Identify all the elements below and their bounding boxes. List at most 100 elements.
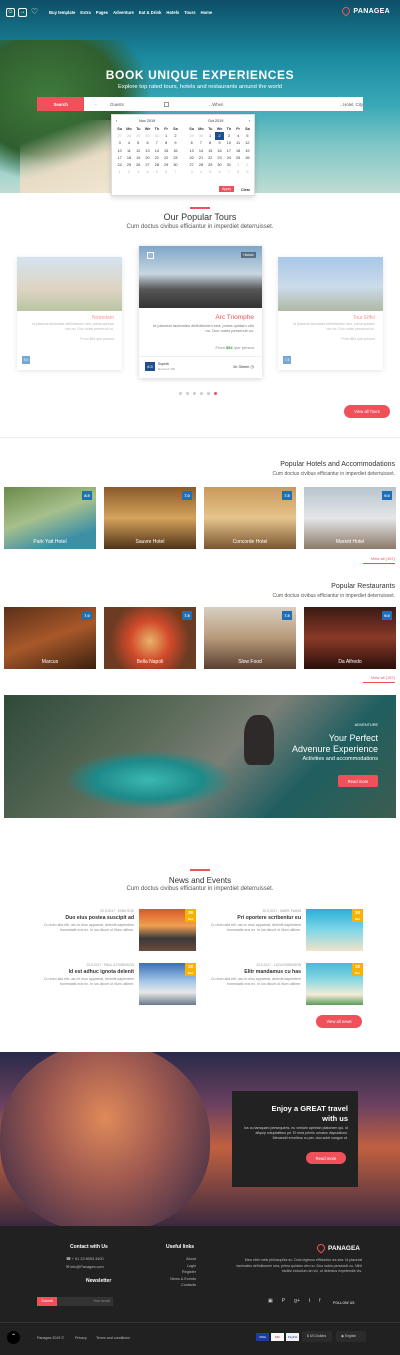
- footer-logo[interactable]: PANAGEA: [315, 1242, 360, 1254]
- date-picker[interactable]: ‹ Nov 2019 Oct 2019 › Su Mo Tu We Th Fr Sa 27 28…: [111, 114, 255, 196]
- calendar-day[interactable]: 24: [115, 161, 124, 168]
- footer-email[interactable]: ✉ info@Panagea.com: [66, 1264, 104, 1271]
- twitter-icon[interactable]: t: [309, 1298, 310, 1304]
- carousel-dot[interactable]: [200, 392, 203, 395]
- calendar-day[interactable]: 10: [224, 140, 233, 147]
- cta-read-more-button[interactable]: Read more: [306, 1152, 346, 1164]
- calendar-day[interactable]: 3: [115, 140, 124, 147]
- carousel-dot[interactable]: [207, 392, 210, 395]
- calendar-day[interactable]: 21: [196, 154, 205, 161]
- calendar-day[interactable]: 7: [224, 169, 233, 176]
- calendar-day[interactable]: 20: [187, 154, 196, 161]
- calendar-day[interactable]: 17: [224, 147, 233, 154]
- calendar-day[interactable]: 26: [243, 154, 252, 161]
- calendar-day[interactable]: 6: [161, 169, 170, 176]
- calendar-day[interactable]: 11: [233, 140, 242, 147]
- calendar-day[interactable]: 2: [124, 169, 133, 176]
- calendar-day[interactable]: 3: [187, 169, 196, 176]
- prev-month-icon[interactable]: ‹: [116, 119, 117, 123]
- calendar-day[interactable]: 4: [124, 140, 133, 147]
- calendar-day[interactable]: 29: [187, 132, 196, 139]
- calendar-day[interactable]: 24: [224, 154, 233, 161]
- privacy-link[interactable]: Privacy: [75, 1335, 87, 1342]
- terms-link[interactable]: Terms and conditions: [96, 1335, 130, 1342]
- calendar-day[interactable]: 2: [243, 161, 252, 168]
- calendar-right[interactable]: Su Mo Tu We Th Fr Sa 29 30 1 2 3 4 5 6 7 8 9 10 11 12 13 14 15 1…: [187, 125, 252, 176]
- calendar-day[interactable]: 1: [233, 161, 242, 168]
- calendar-day[interactable]: 6: [187, 140, 196, 147]
- menu-eat-drink[interactable]: Eat & Drink: [139, 10, 162, 15]
- calendar-day[interactable]: 13: [187, 147, 196, 154]
- calendar-day[interactable]: 29: [134, 132, 143, 139]
- guests-field[interactable]: − Guests: [94, 102, 156, 107]
- newsletter-email-input[interactable]: Your email: [57, 1297, 113, 1306]
- hotels-view-all-link[interactable]: View all (157): [371, 556, 395, 561]
- city-field[interactable]: ...Hotel, City: [310, 102, 363, 107]
- calendar-day[interactable]: 30: [143, 132, 152, 139]
- calendar-day[interactable]: 30: [171, 161, 180, 168]
- calendar-day[interactable]: 3: [224, 132, 233, 139]
- calendar-day[interactable]: 10: [115, 147, 124, 154]
- heart-icon[interactable]: ♡: [147, 252, 154, 259]
- heart-icon[interactable]: ♡: [30, 7, 39, 17]
- calendar-day[interactable]: 14: [152, 147, 161, 154]
- calendar-day[interactable]: 8: [206, 140, 215, 147]
- calendar-day[interactable]: 22: [161, 154, 170, 161]
- news-item[interactable]: 28 Dec 20.5.2017 · PAUL & ROBINSON Id est…: [30, 963, 196, 1007]
- calendar-day[interactable]: 16: [171, 147, 180, 154]
- calendar-day[interactable]: 4: [196, 169, 205, 176]
- calendar-day[interactable]: 18: [124, 154, 133, 161]
- calendar-day[interactable]: 31: [224, 161, 233, 168]
- calendar-day[interactable]: 12: [243, 140, 252, 147]
- news-title[interactable]: Duo eius postea suscipit ad: [65, 915, 134, 921]
- tour-card[interactable]: Tour Eiffel Id placerat tacimates defini…: [278, 257, 383, 370]
- calendar-day[interactable]: 29: [161, 161, 170, 168]
- apply-button[interactable]: Apply: [219, 186, 234, 192]
- adventure-read-more-button[interactable]: Read more: [338, 775, 378, 787]
- user-icon[interactable]: ☺: [6, 7, 15, 17]
- calendar-day[interactable]: 7: [152, 140, 161, 147]
- calendar-day[interactable]: 1: [206, 132, 215, 139]
- footer-link-contacts[interactable]: Contacts: [170, 1282, 196, 1289]
- news-title[interactable]: Pri oportere scribentur eu: [237, 915, 301, 921]
- calendar-day[interactable]: 3: [134, 169, 143, 176]
- news-item[interactable]: 28 Dec 20.5.2017 · LUCA ROBINSON Elitr ma…: [197, 963, 363, 1007]
- calendar-day[interactable]: 2: [171, 132, 180, 139]
- clear-button[interactable]: Clear: [241, 188, 250, 192]
- calendar-day[interactable]: 6: [143, 140, 152, 147]
- calendar-day[interactable]: 20: [143, 154, 152, 161]
- hotel-card[interactable]: 9.0 Mariott Hotel: [304, 487, 396, 549]
- calendar-day[interactable]: 9: [171, 140, 180, 147]
- calendar-day[interactable]: 13: [143, 147, 152, 154]
- calendar-day[interactable]: 27: [143, 161, 152, 168]
- calendar-day[interactable]: 11: [124, 147, 133, 154]
- calendar-day[interactable]: 30: [196, 132, 205, 139]
- calendar-day[interactable]: 18: [233, 147, 242, 154]
- carousel-dot[interactable]: [186, 392, 189, 395]
- calendar-day[interactable]: 30: [215, 161, 224, 168]
- calendar-day[interactable]: 1: [161, 132, 170, 139]
- restaurants-view-all-link[interactable]: View all (157): [371, 675, 395, 680]
- calendar-day[interactable]: 27: [187, 161, 196, 168]
- calendar-day[interactable]: 7: [171, 169, 180, 176]
- menu-tours[interactable]: Tours: [184, 10, 195, 15]
- calendar-day[interactable]: 8: [233, 169, 242, 176]
- tour-card[interactable]: Notredam Id placerat tacimates definitio…: [17, 257, 122, 370]
- tour-card-featured[interactable]: ♡ Historic Arc Triomphe Id placerat taci…: [139, 246, 262, 378]
- calendar-day[interactable]: 7: [196, 140, 205, 147]
- news-title[interactable]: Elitr mandamus cu has: [244, 969, 301, 975]
- calendar-day[interactable]: 15: [161, 147, 170, 154]
- calendar-day[interactable]: 28: [152, 161, 161, 168]
- menu-hotels[interactable]: Hotels: [166, 10, 179, 15]
- scroll-top-button[interactable]: ⌃: [7, 1331, 20, 1344]
- google-plus-icon[interactable]: g+: [294, 1298, 300, 1304]
- calendar-day[interactable]: 12: [134, 147, 143, 154]
- calendar-day[interactable]: 27: [115, 132, 124, 139]
- calendar-day[interactable]: 9: [243, 169, 252, 176]
- hotel-card[interactable]: 7.0 Sauvre Hotel: [104, 487, 196, 549]
- calendar-day[interactable]: 15: [206, 147, 215, 154]
- calendar-left[interactable]: Su Mo Tu We Th Fr Sa 27 28 29 30 31 1 2 3 4 5 6 7 8 9 10 11 12 1…: [115, 125, 180, 176]
- hotel-card[interactable]: 7.5 Concorde Hotel: [204, 487, 296, 549]
- calendar-day[interactable]: 31: [152, 132, 161, 139]
- calendar-day[interactable]: 21: [152, 154, 161, 161]
